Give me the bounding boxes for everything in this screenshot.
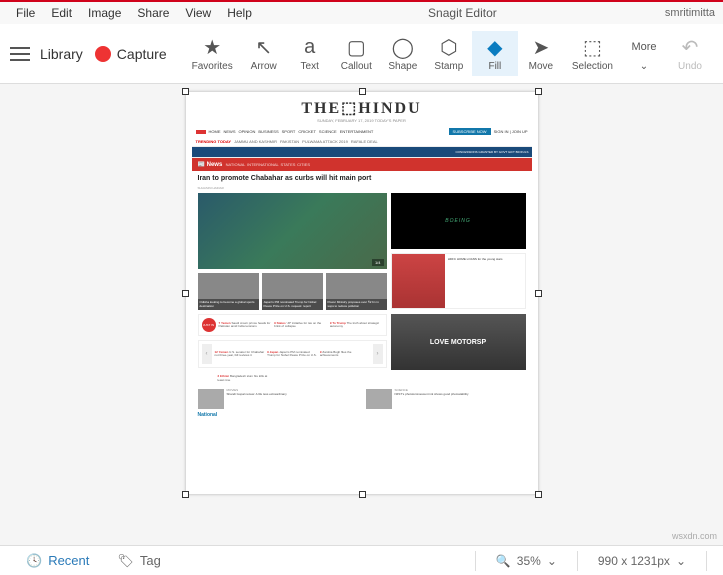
main-headline: Iran to promote Chabahar as curbs will h… bbox=[192, 171, 532, 186]
canvas[interactable]: THE⬚HINDU SUNDAY, FEBRUARY 17, 2019 TODA… bbox=[0, 84, 723, 545]
callout-tool[interactable]: ▢Callout bbox=[333, 31, 380, 76]
favorites-tool[interactable]: ★Favorites bbox=[184, 31, 241, 76]
map-image bbox=[198, 193, 387, 269]
move-tool[interactable]: ➤Move bbox=[518, 31, 564, 76]
menu-share[interactable]: Share bbox=[129, 3, 177, 23]
recent-tab[interactable]: 🕓Recent bbox=[12, 553, 103, 569]
callout-icon: ▢ bbox=[344, 35, 368, 59]
resize-handle[interactable] bbox=[182, 88, 189, 95]
resize-handle[interactable] bbox=[359, 491, 366, 498]
resize-handle[interactable] bbox=[535, 88, 542, 95]
library-button[interactable]: Library bbox=[40, 46, 83, 62]
record-icon bbox=[95, 46, 111, 62]
statusbar: 🕓Recent 🏷Tag 🔍35%⌄ 990 x 1231px⌄ bbox=[0, 545, 723, 575]
justin-carousel: 2 Ethnic Bangladesh slum fire kills at l… bbox=[198, 372, 387, 385]
watermark: wsxdn.com bbox=[672, 531, 717, 541]
menu-edit[interactable]: Edit bbox=[43, 3, 80, 23]
star-icon: ★ bbox=[200, 35, 224, 59]
menu-view[interactable]: View bbox=[177, 3, 219, 23]
carousel-prev-icon: ‹ bbox=[202, 344, 212, 364]
menu-image[interactable]: Image bbox=[80, 3, 129, 23]
resize-handle[interactable] bbox=[182, 491, 189, 498]
undo-button[interactable]: ↶Undo bbox=[667, 31, 713, 76]
newspaper-masthead: THE⬚HINDU bbox=[192, 98, 532, 118]
captured-image[interactable]: THE⬚HINDU SUNDAY, FEBRUARY 17, 2019 TODA… bbox=[186, 92, 538, 494]
capture-button[interactable]: Capture bbox=[95, 46, 167, 62]
subscribe-button: SUBSCRIBE NOW bbox=[449, 128, 491, 135]
menubar: File Edit Image Share View Help Snagit E… bbox=[0, 2, 723, 24]
section-header: National bbox=[192, 409, 532, 421]
move-icon: ➤ bbox=[529, 35, 553, 59]
blue-nav: CONCESSIONS GRANTED BY GOVT GIFT BIOFULS bbox=[192, 146, 532, 158]
tag-icon: 🏷 bbox=[117, 553, 134, 569]
arrow-icon: ↖ bbox=[252, 35, 276, 59]
selection-tool[interactable]: ⬚Selection bbox=[564, 31, 621, 76]
menu-file[interactable]: File bbox=[8, 3, 43, 23]
chevron-down-icon: ⌄ bbox=[547, 554, 557, 568]
chevron-down-icon: ⌄ bbox=[676, 554, 686, 568]
shape-icon: ◯ bbox=[391, 35, 415, 59]
undo-icon: ↶ bbox=[678, 35, 702, 59]
username[interactable]: smritimitta bbox=[665, 7, 715, 19]
resize-handle[interactable] bbox=[535, 491, 542, 498]
justin-carousel: ‹ 12 Yemen U.S. senator for Chabahar not… bbox=[198, 340, 387, 368]
search-icon: 🔍 bbox=[496, 554, 511, 568]
menu-icon[interactable] bbox=[10, 47, 30, 61]
justin-carousel: JUST IN 7 Yemen Saudi crown prince heads… bbox=[198, 314, 387, 336]
video-ad: BOEING bbox=[391, 193, 526, 249]
bottom-card: SCIENCENIIST's photoluminescent ink show… bbox=[366, 389, 526, 409]
text-tool[interactable]: aText bbox=[287, 31, 333, 76]
selection-icon: ⬚ bbox=[580, 35, 604, 59]
toolbar: Library Capture ★Favorites ↖Arrow aText … bbox=[0, 24, 723, 84]
nav-row: HOMENEWSOPINIONBUSINESSSPORTCRICKETSCIEN… bbox=[192, 126, 532, 137]
fill-icon: ◆ bbox=[483, 35, 507, 59]
display-ad: HDFC HOME LOANS for the young stars bbox=[391, 253, 526, 309]
stamp-icon: ⬡ bbox=[437, 35, 461, 59]
tag-tab[interactable]: 🏷Tag bbox=[103, 553, 174, 569]
chevron-down-icon: ⌄ bbox=[640, 61, 648, 72]
newspaper-date: SUNDAY, FEBRUARY 17, 2019 TODAY'S PAPER bbox=[192, 118, 532, 123]
resize-handle[interactable] bbox=[535, 290, 542, 297]
trending-row: TRENDING TODAYJAMMU AND KASHMIRPAKISTANP… bbox=[192, 137, 532, 146]
news-card: Odisha looking to become a global sports… bbox=[198, 273, 259, 310]
stamp-tool[interactable]: ⬡Stamp bbox=[426, 31, 472, 76]
justin-badge: JUST IN bbox=[202, 318, 216, 332]
more-label: More bbox=[632, 35, 656, 59]
fill-tool[interactable]: ◆Fill bbox=[472, 31, 518, 76]
news-card: Japan's PM nominated Trump for Nobel Pea… bbox=[262, 273, 323, 310]
motorsport-ad: LOVE MOTORSP bbox=[391, 314, 526, 370]
byline: SUHASINI HAIDAR bbox=[192, 186, 532, 193]
arrow-tool[interactable]: ↖Arrow bbox=[241, 31, 287, 76]
news-card: Power Ministry proposes over ₹2 bn in so… bbox=[326, 273, 387, 310]
resize-handle[interactable] bbox=[182, 290, 189, 297]
text-icon: a bbox=[298, 35, 322, 59]
screenshot-content: THE⬚HINDU SUNDAY, FEBRUARY 17, 2019 TODA… bbox=[186, 92, 538, 494]
logo-swatch bbox=[196, 130, 206, 134]
app-title: Snagit Editor bbox=[428, 6, 497, 20]
zoom-control[interactable]: 🔍35%⌄ bbox=[496, 554, 557, 568]
shape-tool[interactable]: ◯Shape bbox=[380, 31, 426, 76]
more-tool[interactable]: More ⌄ bbox=[621, 31, 667, 76]
dimensions-control[interactable]: 990 x 1231px⌄ bbox=[598, 554, 686, 568]
bottom-card: MOVIESShandi Gopal review: A life less e… bbox=[198, 389, 358, 409]
menu-help[interactable]: Help bbox=[219, 3, 260, 23]
resize-handle[interactable] bbox=[359, 88, 366, 95]
clock-icon: 🕓 bbox=[26, 553, 42, 569]
news-bar: 📰 News NATIONAL INTERNATIONAL STATES CIT… bbox=[192, 158, 532, 171]
carousel-next-icon: › bbox=[373, 344, 383, 364]
